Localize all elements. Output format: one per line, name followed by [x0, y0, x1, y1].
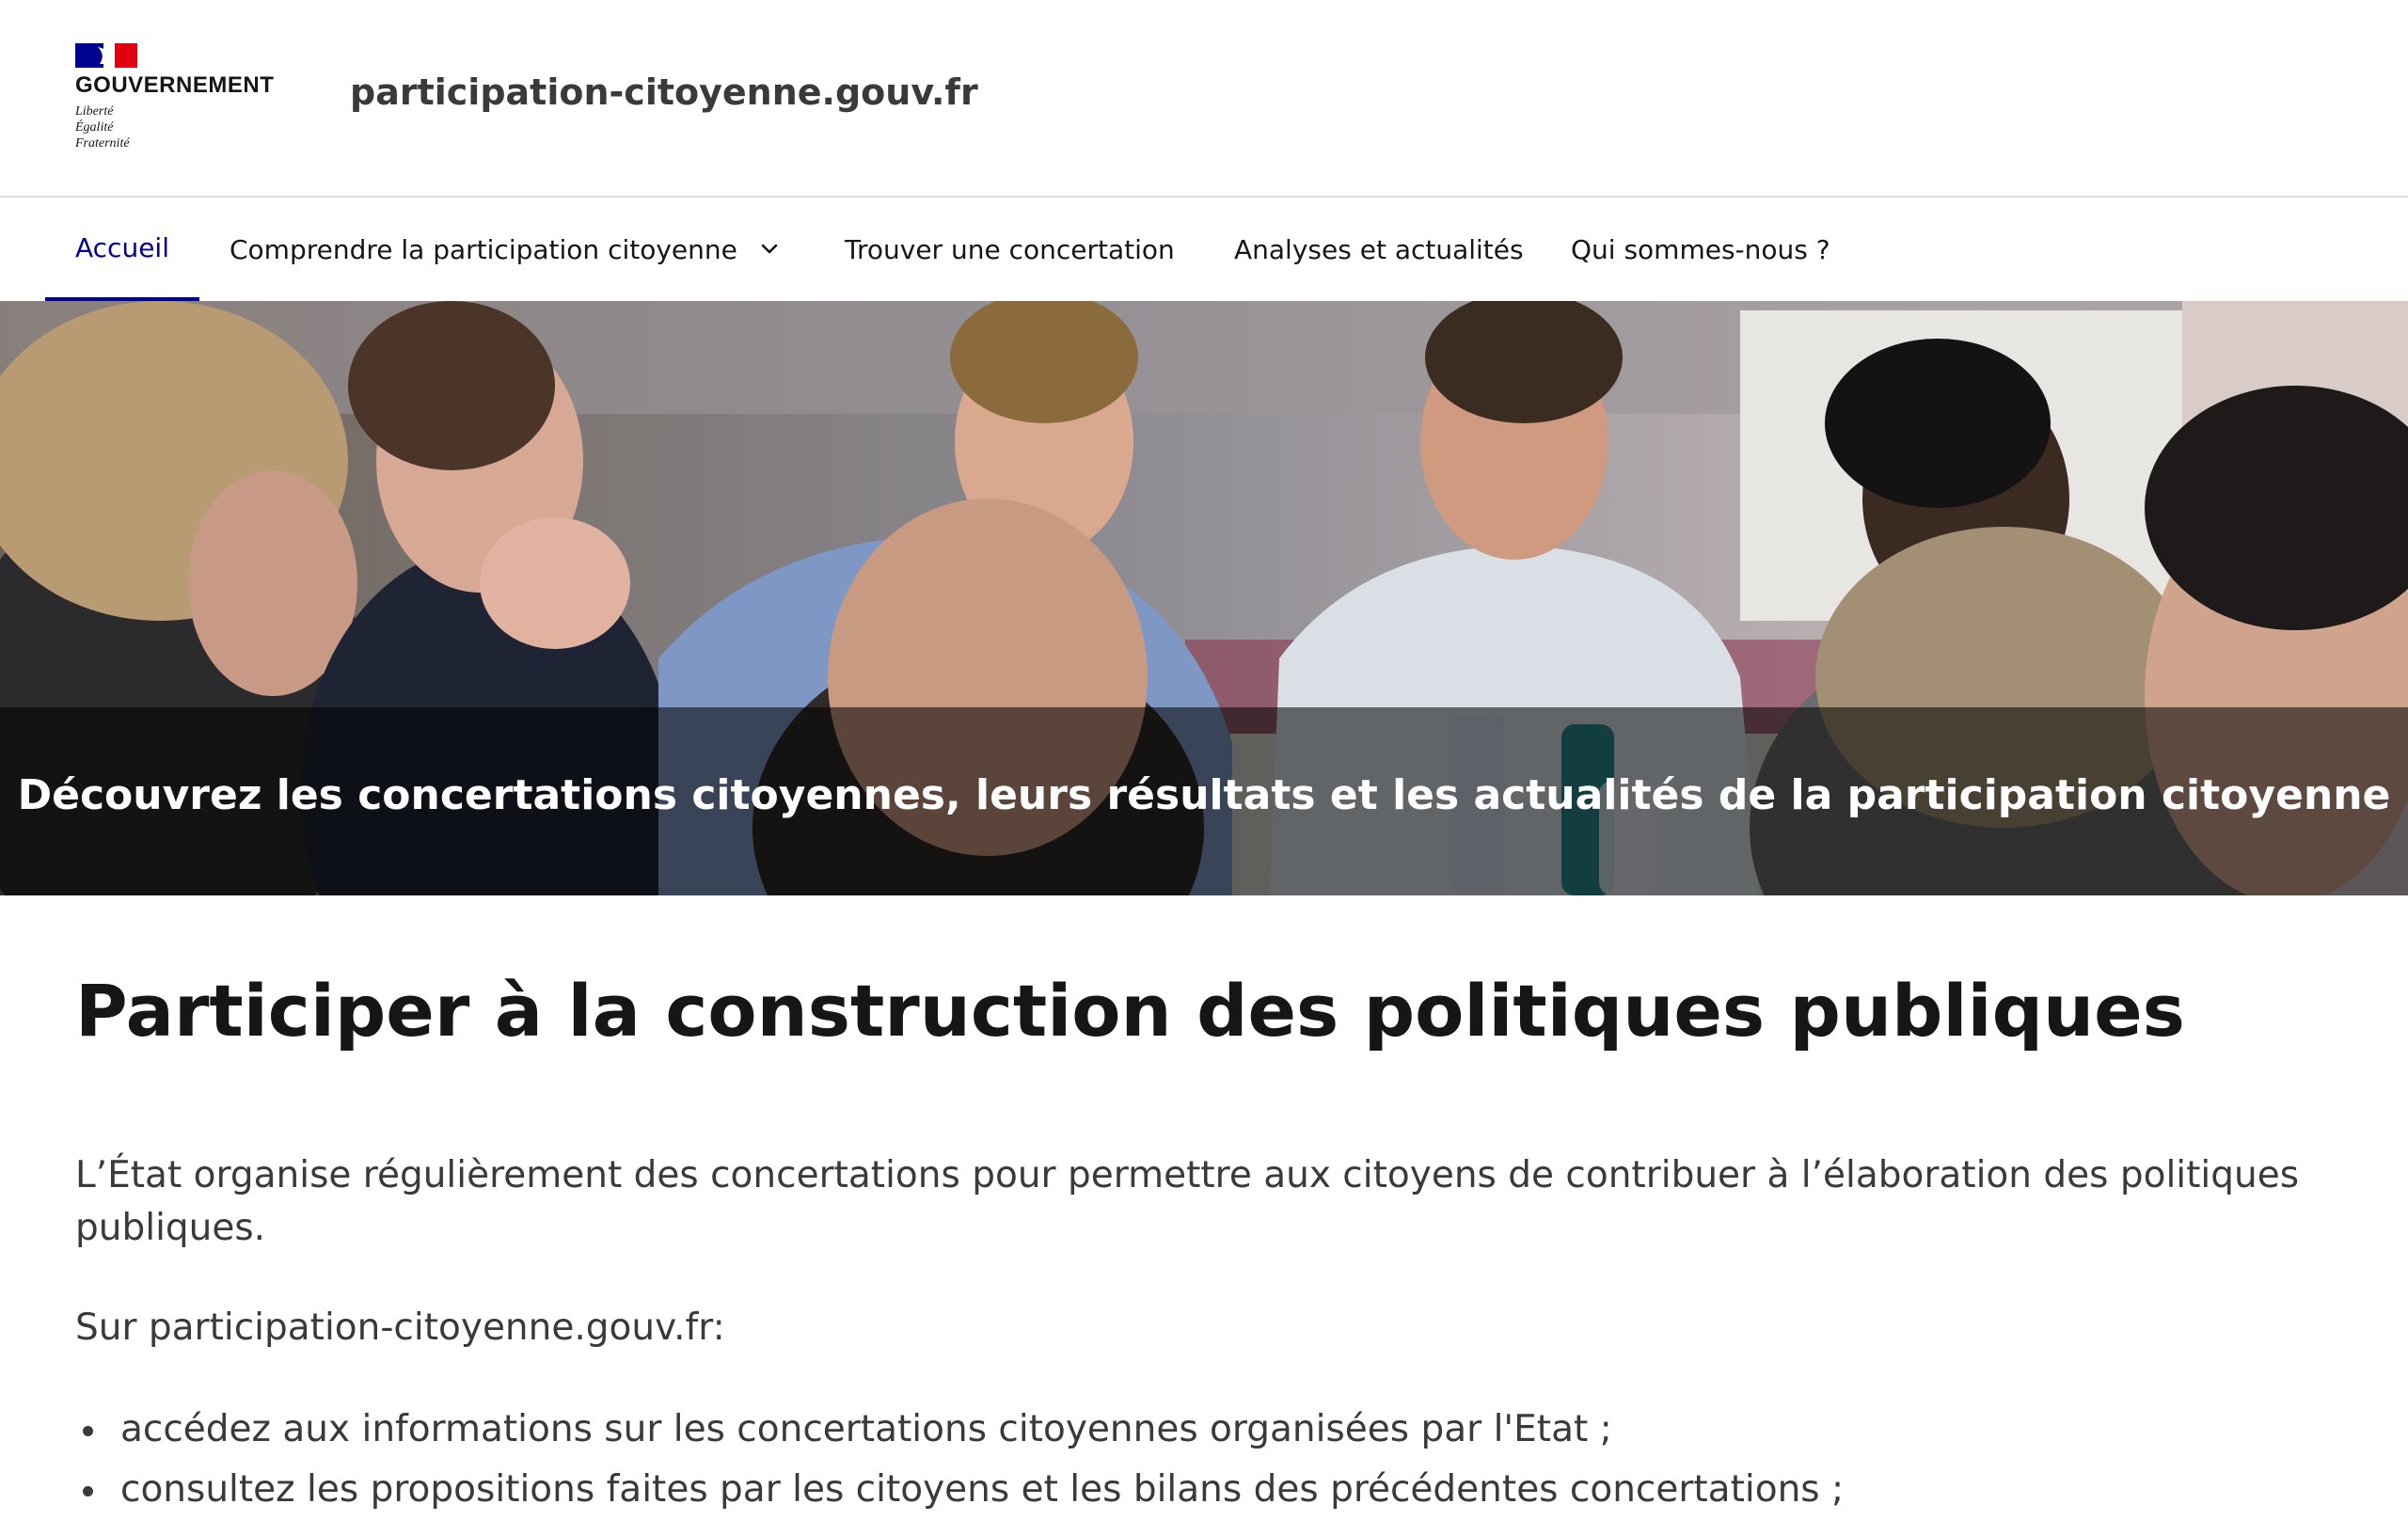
nav-item-label: Qui sommes-nous ?: [1571, 233, 1830, 265]
nav-item-label: Trouver une concertation: [845, 233, 1175, 265]
motto-line: Fraternité: [75, 136, 130, 150]
bullet-icon: [83, 1426, 93, 1436]
republic-motto: Liberté Égalité Fraternité: [75, 103, 130, 151]
lead-paragraph: Sur participation-citoyenne.gouv.fr:: [75, 1306, 725, 1349]
list-item: accédez aux informations sur les concert…: [75, 1400, 2370, 1460]
feature-list: accédez aux informations sur les concert…: [75, 1400, 2370, 1520]
marianne-flag-icon: [75, 43, 137, 68]
motto-line: Liberté: [75, 104, 114, 119]
government-name: GOUVERNEMENT: [75, 72, 275, 98]
motto-line: Égalité: [75, 120, 114, 135]
bullet-icon: [83, 1486, 93, 1496]
nav-item-label: Accueil: [75, 231, 169, 263]
list-item-text: consultez les propositions faites par le…: [120, 1468, 1845, 1511]
hero-caption: Découvrez les concertations citoyennes, …: [17, 771, 2391, 819]
nav-item-trouver-concertation[interactable]: Trouver une concertation: [845, 198, 1175, 301]
nav-item-comprendre[interactable]: Comprendre la participation citoyenne: [230, 198, 781, 301]
page-title: Participer à la construction des politiq…: [75, 969, 2185, 1053]
site-header: GOUVERNEMENT Liberté Égalité Fraternité …: [0, 0, 2408, 198]
intro-paragraph: L’État organise régulièrement des concer…: [75, 1154, 2300, 1249]
nav-item-qui-sommes-nous[interactable]: Qui sommes-nous ?: [1571, 198, 1830, 301]
site-title-link[interactable]: participation-citoyenne.gouv.fr: [350, 71, 978, 113]
government-logo[interactable]: GOUVERNEMENT Liberté Égalité Fraternité: [75, 43, 292, 156]
nav-item-label: Comprendre la participation citoyenne: [230, 233, 737, 265]
list-item-text: accédez aux informations sur les concert…: [120, 1408, 1612, 1450]
hero-banner: Découvrez les concertations citoyennes, …: [0, 301, 2408, 895]
nav-item-label: Analyses et actualités: [1234, 233, 1524, 265]
main-navigation: Accueil Comprendre la participation cito…: [0, 198, 2408, 301]
chevron-down-icon: [761, 244, 778, 254]
nav-item-analyses-actualites[interactable]: Analyses et actualités: [1234, 198, 1524, 301]
list-item: consultez les propositions faites par le…: [75, 1460, 2370, 1520]
nav-item-accueil[interactable]: Accueil: [45, 198, 199, 301]
